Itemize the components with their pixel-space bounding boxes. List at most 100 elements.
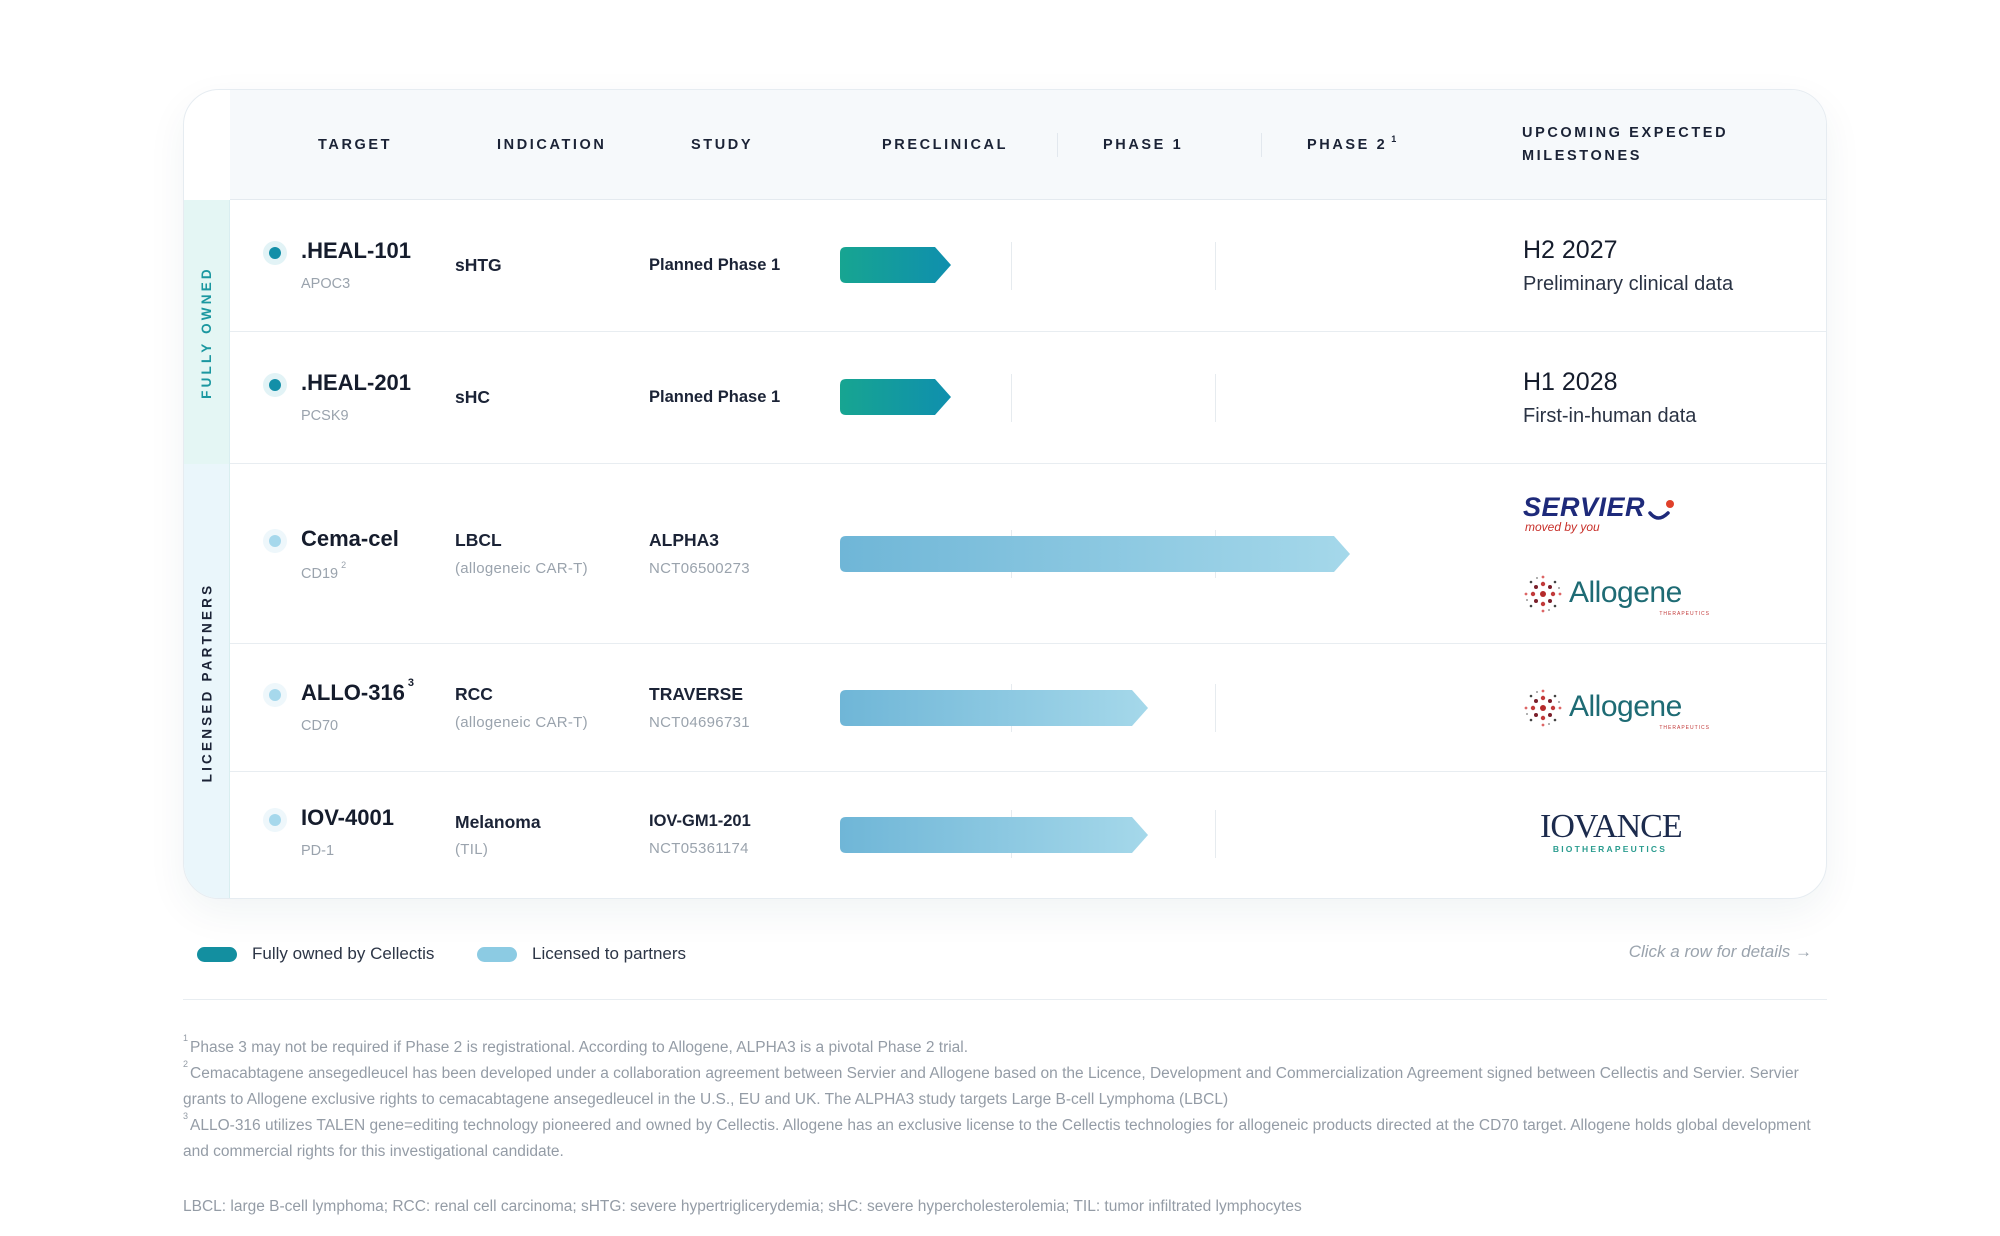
phase-divider: [1215, 374, 1216, 422]
target-name: ALLO-316 3: [301, 676, 415, 706]
allogene-wordmark: Allogene: [1569, 576, 1682, 609]
allogene-logo: Allogene THERAPEUTICS: [1523, 574, 1713, 617]
progress-bar-owned: [840, 379, 951, 415]
legend-swatch-licensed: [477, 946, 517, 962]
indication: Melanoma: [455, 812, 541, 832]
target-name: .HEAL-101: [301, 238, 412, 263]
phase-divider: [1011, 242, 1012, 290]
iovance-tagline: BIOTHERAPEUTICS: [1552, 844, 1668, 854]
legend-swatch-owned: [197, 946, 237, 962]
indication-detail: (allogeneic CAR-T): [455, 560, 588, 577]
progress-bar-owned: [840, 247, 951, 283]
header-milestones: UPCOMING EXPECTED MILESTONES: [1522, 90, 1728, 200]
footnote-3-mark: 3: [183, 1111, 189, 1121]
header-target: TARGET: [318, 136, 393, 153]
owned-status-dot: [263, 241, 287, 265]
footnote-1-mark: 1: [183, 1033, 189, 1043]
milestone-date: H1 2028: [1523, 368, 1618, 396]
divider: [183, 999, 1827, 1000]
footnote-2-mark: 2: [183, 1059, 189, 1069]
allogene-logo: Allogene THERAPEUTICS: [1523, 688, 1713, 731]
footnote-ref-1: 1: [1391, 133, 1397, 144]
group-label-fully-owned: FULLY OWNED: [184, 200, 230, 464]
licensed-status-dot: [263, 529, 287, 553]
footnote-2: 2Cemacabtagene ansegedleucel has been de…: [183, 1056, 1833, 1113]
header-phase-2-label: PHASE 2: [1307, 136, 1388, 153]
progress-bar-licensed: [840, 817, 1148, 853]
target-name: IOV-4001: [301, 805, 394, 830]
allogene-dots-icon: [1524, 575, 1562, 613]
indication: RCC: [455, 684, 493, 704]
legend-label-licensed: Licensed to partners: [532, 944, 687, 963]
header-indication: INDICATION: [497, 136, 607, 153]
legend-owned: Fully owned by Cellectis: [197, 939, 434, 969]
licensed-status-dot: [263, 808, 287, 832]
table-row[interactable]: IOV-4001 PD-1 Melanoma (TIL) IOV-GM1-201…: [230, 772, 1826, 898]
owned-status-dot: [263, 373, 287, 397]
legend-licensed: Licensed to partners: [477, 939, 686, 969]
footnote-3: 3ALLO-316 utilizes TALEN gene=editing te…: [183, 1108, 1833, 1165]
footnote-3-text: ALLO-316 utilizes TALEN gene=editing tec…: [183, 1117, 1811, 1161]
iovance-wordmark: IOVANCE: [1540, 808, 1683, 845]
milestone-text: First-in-human data: [1523, 405, 1697, 427]
header-phase-1: PHASE 1: [1103, 136, 1184, 153]
pipeline-table: TARGET INDICATION STUDY PRECLINICAL PHAS…: [183, 89, 1827, 899]
progress-bar-licensed: [840, 536, 1350, 572]
indication: sHC: [455, 387, 491, 407]
study: Planned Phase 1: [649, 388, 781, 406]
phase-divider: [1011, 374, 1012, 422]
group-label-text: LICENSED PARTNERS: [199, 582, 215, 782]
header-milestones-line-1: UPCOMING EXPECTED: [1522, 125, 1729, 141]
header-study: STUDY: [691, 136, 754, 153]
allogene-tagline: THERAPEUTICS: [1659, 611, 1710, 617]
progress-bar-licensed: [840, 690, 1148, 726]
target-name: Cema-cel: [301, 526, 399, 551]
footnote-1-text: Phase 3 may not be required if Phase 2 i…: [190, 1039, 969, 1057]
header-phase-2: PHASE 21: [1307, 90, 1396, 200]
iovance-logo: IOVANCE BIOTHERAPEUTICS: [1540, 808, 1683, 855]
study: Planned Phase 1: [649, 256, 781, 274]
phase-divider: [1215, 242, 1216, 290]
indication: LBCL: [455, 530, 502, 550]
table-row[interactable]: Cema-cel CD192 LBCL (allogeneic CAR-T) A…: [230, 464, 1826, 644]
licensed-status-dot: [263, 683, 287, 707]
allogene-dots-icon: [1524, 689, 1562, 727]
table-row[interactable]: .HEAL-201 PCSK9 sHC Planned Phase 1 H1 2…: [230, 332, 1826, 464]
servier-swoosh-icon: [1648, 500, 1674, 520]
indication-detail: (allogeneic CAR-T): [455, 714, 588, 731]
legend-label-owned: Fully owned by Cellectis: [252, 944, 435, 963]
study-id: NCT04696731: [649, 714, 750, 731]
abbreviations-note: LBCL: large B-cell lymphoma; RCC: renal …: [183, 1198, 1302, 1215]
header-divider: [1261, 133, 1262, 157]
study-id: NCT06500273: [649, 560, 750, 577]
header-preclinical: PRECLINICAL: [882, 136, 1009, 153]
table-row[interactable]: ALLO-316 3 CD70 RCC (allogeneic CAR-T) TR…: [230, 644, 1826, 772]
target-name: .HEAL-201: [301, 370, 412, 395]
table-header: TARGET INDICATION STUDY PRECLINICAL PHAS…: [230, 90, 1826, 200]
target-gene: CD192: [301, 560, 346, 582]
footnote-2-text: Cemacabtagene ansegedleucel has been dev…: [183, 1065, 1799, 1109]
milestone-date: H2 2027: [1523, 236, 1618, 264]
milestone-text: Preliminary clinical data: [1523, 273, 1734, 295]
allogene-wordmark: Allogene: [1569, 690, 1682, 723]
servier-logo: SERVIER moved by you: [1523, 493, 1683, 535]
study: ALPHA3: [649, 530, 720, 550]
footnote-ref-2: 2: [341, 560, 347, 570]
table-row[interactable]: .HEAL-101 APOC3 sHTG Planned Phase 1 H2 …: [230, 200, 1826, 332]
header-milestones-line-2: MILESTONES: [1522, 148, 1642, 164]
phase-divider: [1215, 810, 1216, 858]
row-details-hint: Click a row for details →: [1628, 942, 1812, 961]
group-label-text: FULLY OWNED: [199, 265, 214, 399]
study: TRAVERSE: [649, 684, 743, 704]
indication-detail: (TIL): [455, 841, 489, 858]
indication: sHTG: [455, 255, 502, 275]
target-name-label: ALLO-316: [301, 680, 405, 705]
target-gene: CD70: [301, 718, 339, 734]
header-divider: [1057, 133, 1058, 157]
target-gene-label: CD19: [301, 565, 339, 582]
phase-divider: [1215, 684, 1216, 732]
group-label-licensed-partners: LICENSED PARTNERS: [184, 464, 230, 898]
footnote-ref-3: 3: [407, 676, 415, 689]
study: IOV-GM1-201: [649, 812, 751, 830]
target-gene: APOC3: [301, 276, 351, 292]
